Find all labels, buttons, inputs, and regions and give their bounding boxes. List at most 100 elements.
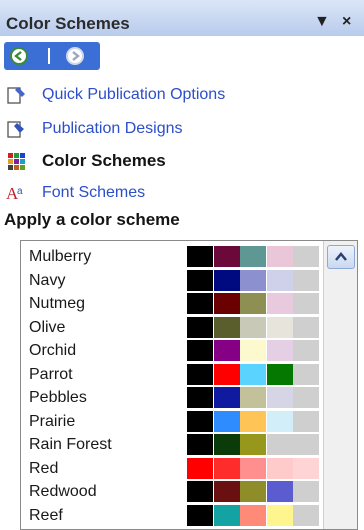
color-swatch — [240, 269, 266, 291]
color-swatch — [213, 410, 240, 432]
link-label: Color Schemes — [42, 151, 166, 170]
link-label: Quick Publication Options — [42, 86, 226, 103]
dropdown-arrow-icon[interactable]: ▼ — [314, 13, 330, 31]
scheme-row[interactable]: Nutmeg — [21, 292, 321, 315]
color-swatch — [213, 434, 240, 455]
scheme-row[interactable]: Redwood — [21, 480, 321, 503]
nav-button-group — [4, 42, 100, 70]
scheme-swatches — [187, 481, 319, 502]
color-swatch — [187, 434, 213, 455]
scheme-row[interactable]: Pebbles — [21, 386, 321, 409]
color-swatch — [293, 434, 319, 455]
color-swatch — [213, 457, 240, 479]
chevron-up-icon[interactable] — [327, 245, 355, 269]
color-swatch — [266, 434, 293, 455]
color-swatch — [240, 246, 266, 267]
color-swatch — [240, 504, 266, 526]
color-swatch — [266, 387, 293, 408]
color-swatch — [293, 340, 319, 361]
scheme-swatches — [187, 457, 319, 479]
color-swatch — [266, 504, 293, 526]
back-arrow-icon[interactable] — [10, 47, 28, 65]
scheme-name: Navy — [29, 271, 66, 289]
color-swatch — [187, 316, 213, 338]
scheme-row[interactable]: Parrot — [21, 363, 321, 386]
scheme-name: Olive — [29, 318, 66, 336]
scheme-swatches — [187, 387, 319, 408]
close-icon[interactable]: × — [342, 13, 351, 31]
forward-arrow-icon[interactable] — [66, 47, 84, 65]
scrollbar[interactable] — [323, 241, 357, 529]
color-swatch — [187, 363, 213, 385]
link-color-schemes[interactable]: Color Schemes — [0, 148, 340, 174]
scheme-name: Reef — [29, 506, 63, 524]
scheme-swatches — [187, 340, 319, 361]
color-swatch — [213, 246, 240, 267]
color-swatch — [240, 387, 266, 408]
color-swatch — [293, 246, 319, 267]
color-scheme-list[interactable]: Mulberry Navy Nutmeg Olive Orchid Parrot Pebbl… — [20, 240, 358, 530]
scheme-name: Prairie — [29, 412, 76, 430]
color-swatch — [240, 410, 266, 432]
svg-text:a: a — [17, 186, 23, 197]
color-swatch — [266, 457, 293, 479]
scheme-row[interactable]: Olive — [21, 316, 321, 339]
color-swatch — [293, 504, 319, 526]
task-pane-titlebar: Color Schemes ▼ × — [0, 0, 364, 36]
color-swatch — [293, 293, 319, 314]
scheme-name: Nutmeg — [29, 295, 86, 312]
color-swatch — [187, 410, 213, 432]
link-font-schemes[interactable]: A a Font Schemes — [0, 180, 340, 206]
quick-options-icon — [6, 85, 28, 105]
publication-designs-icon — [6, 119, 28, 139]
scheme-row[interactable]: Navy — [21, 269, 321, 292]
color-swatch — [187, 246, 213, 267]
scheme-name: Mulberry — [29, 248, 92, 265]
scheme-name: Parrot — [29, 365, 73, 383]
color-swatch — [293, 316, 319, 338]
color-swatch — [213, 504, 240, 526]
color-swatch — [293, 457, 319, 479]
color-swatch — [266, 481, 293, 502]
color-swatch — [213, 481, 240, 502]
scheme-swatches — [187, 316, 319, 338]
color-swatch — [187, 387, 213, 408]
link-label: Publication Designs — [42, 120, 183, 137]
color-swatch — [213, 316, 240, 338]
scheme-row[interactable]: Red — [21, 457, 321, 480]
scheme-name: Orchid — [29, 342, 77, 359]
color-swatch — [213, 387, 240, 408]
scheme-row[interactable]: Mulberry — [21, 245, 321, 268]
color-swatch — [240, 481, 266, 502]
color-swatch — [266, 363, 293, 385]
color-swatch — [240, 363, 266, 385]
scheme-swatches — [187, 269, 319, 291]
scheme-swatches — [187, 504, 319, 526]
section-title: Apply a color scheme — [4, 210, 180, 229]
color-swatch — [293, 363, 319, 385]
scheme-name: Pebbles — [29, 389, 87, 406]
color-swatch — [266, 246, 293, 267]
color-swatch — [240, 316, 266, 338]
scheme-row[interactable]: Orchid — [21, 339, 321, 362]
color-swatch — [213, 293, 240, 314]
color-schemes-icon — [6, 151, 28, 171]
color-swatch — [266, 410, 293, 432]
scheme-swatches — [187, 246, 319, 267]
color-swatch — [240, 434, 266, 455]
scheme-row[interactable]: Prairie — [21, 410, 321, 433]
color-swatch — [293, 481, 319, 502]
color-swatch — [187, 504, 213, 526]
link-quick-publication-options[interactable]: Quick Publication Options — [0, 82, 340, 108]
nav-separator — [48, 48, 50, 64]
color-swatch — [213, 363, 240, 385]
color-swatch — [187, 293, 213, 314]
scheme-row[interactable]: Rain Forest — [21, 433, 321, 456]
color-swatch — [187, 269, 213, 291]
color-swatch — [293, 387, 319, 408]
scheme-swatches — [187, 410, 319, 432]
scheme-swatches — [187, 293, 319, 314]
scheme-row[interactable]: Reef — [21, 504, 321, 527]
link-publication-designs[interactable]: Publication Designs — [0, 116, 340, 142]
nav-toolbar — [0, 36, 364, 76]
